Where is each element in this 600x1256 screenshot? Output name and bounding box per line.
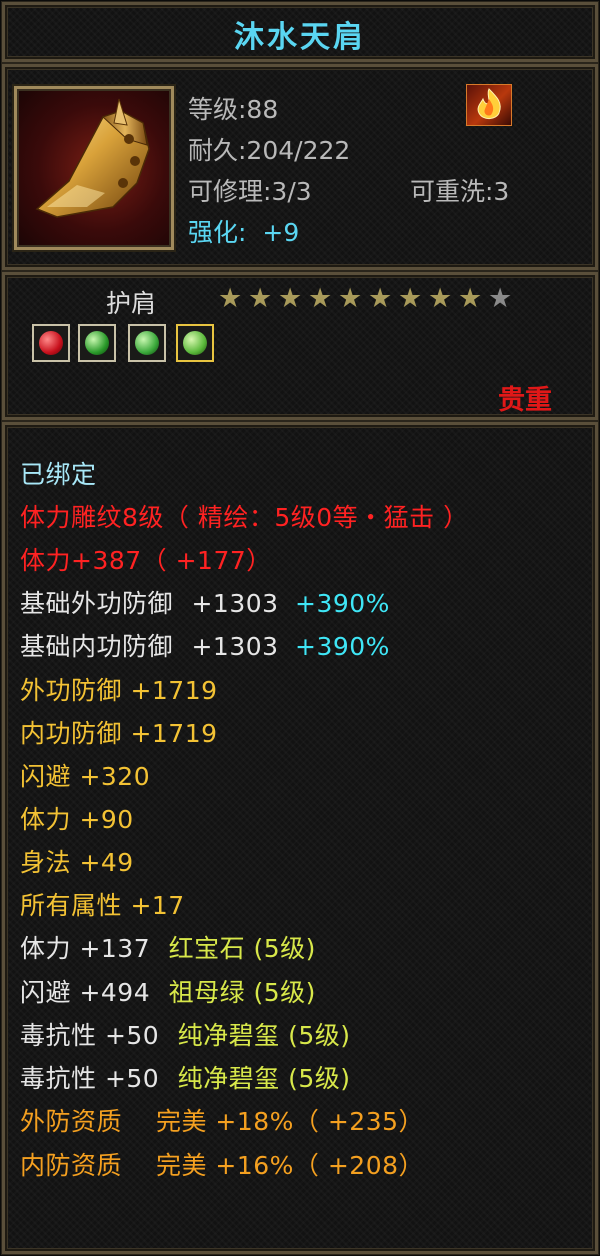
attr-row: 身法 +49 [20,848,134,877]
star-filled-icon: ★ [278,283,303,314]
item-rewash-count: 可重洗:3 [410,177,510,206]
bound-status: 已绑定 [20,460,97,489]
star-filled-icon: ★ [338,283,363,314]
green-jade-gem-icon [135,331,159,355]
star-filled-icon: ★ [458,283,483,314]
gem-socket-3 [128,324,166,362]
item-level: 等级:88 [188,95,279,124]
star-filled-icon: ★ [218,283,243,314]
fire-emblem-icon [466,84,512,126]
gem-attr-row: 体力 +137 红宝石 (5级) [20,934,316,963]
green-jade-gem-icon [183,331,207,355]
star-filled-icon: ★ [398,283,423,314]
quality-row: 内防资质 完美 +16%（ +208） [20,1151,425,1180]
star-filled-icon: ★ [368,283,393,314]
enhance-value: +9 [262,218,300,247]
gem-socket-4 [176,324,214,362]
item-name: 沐水天肩 [234,20,366,55]
item-type: 护肩 [106,289,157,318]
green-emerald-gem-icon [85,331,109,355]
gem-socket-2 [78,324,116,362]
enhance-label: 强化: [188,218,247,247]
item-enhance: 强化: +9 [188,213,299,249]
gem-attr-row: 毒抗性 +50 纯净碧玺 (5级) [20,1021,351,1050]
attr-row: 所有属性 +17 [20,891,185,920]
item-durability: 耐久:204/222 [188,136,351,165]
attr-row: 内功防御 +1719 [20,719,218,748]
gem-socket-1 [32,324,70,362]
star-empty-icon: ★ [488,283,513,314]
item-tooltip: 沐水天肩 等级:88 耐久:204/222 可修理:3/3 可重洗:3 强化: … [0,0,600,1256]
stamina-bonus-line: 体力+387（ +177） [20,546,272,575]
shoulder-armor-icon [14,86,174,250]
attr-row: 闪避 +320 [20,762,151,791]
star-filled-icon: ★ [428,283,453,314]
attr-row: 外功防御 +1719 [20,676,218,705]
rarity-label: 贵重 [498,385,552,416]
star-filled-icon: ★ [308,283,333,314]
gem-attr-row: 毒抗性 +50 纯净碧玺 (5级) [20,1064,351,1093]
item-repair-count: 可修理:3/3 [188,177,312,206]
engrave-line: 体力雕纹8级（ 精绘：5级0等・猛击 ） [20,503,469,532]
attr-row: 体力 +90 [20,805,134,834]
attr-row: 基础内功防御 +1303 +390% [20,632,390,661]
gem-attr-row: 闪避 +494 祖母绿 (5级) [20,978,316,1007]
red-ruby-gem-icon [39,331,63,355]
star-filled-icon: ★ [248,283,273,314]
attr-row: 基础外功防御 +1303 +390% [20,589,390,618]
quality-row: 外防资质 完美 +18%（ +235） [20,1107,425,1136]
